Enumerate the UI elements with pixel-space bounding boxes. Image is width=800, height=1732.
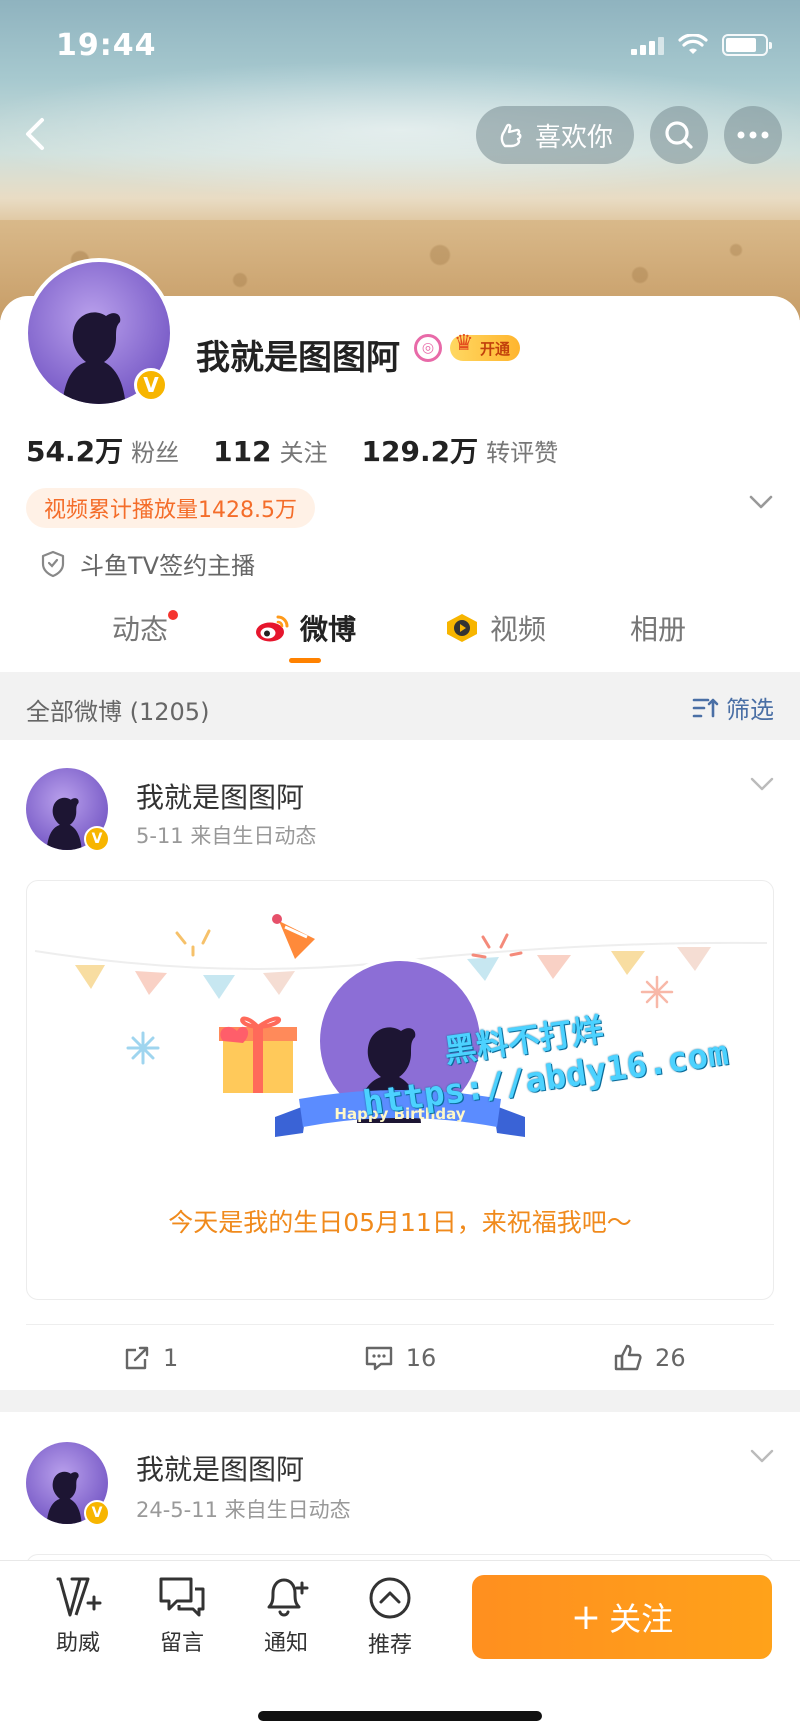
expand-profile-button[interactable] <box>748 494 774 514</box>
post-menu-button[interactable] <box>750 776 774 795</box>
pink-ring-badge-icon[interactable]: ◎ <box>414 334 442 362</box>
filter-label: 筛选 <box>726 696 774 724</box>
crown-icon: ♛ <box>454 331 474 356</box>
post-actions: 1 16 26 <box>26 1324 774 1390</box>
repost-count: 1 <box>163 1343 179 1372</box>
home-indicator <box>258 1711 542 1721</box>
like-button[interactable]: 26 <box>525 1325 774 1390</box>
like-count: 26 <box>655 1343 686 1372</box>
chevron-down-icon <box>749 495 773 509</box>
feed-count: 全部微博 (1205) <box>26 698 210 726</box>
notify-button[interactable]: 通知 <box>246 1575 326 1657</box>
active-tab-indicator <box>289 658 321 663</box>
tab-label: 动态 <box>112 613 169 646</box>
stat-label: 关注 <box>279 439 328 467</box>
message-button[interactable]: 留言 <box>142 1575 222 1657</box>
chat-bubbles-icon <box>159 1577 205 1617</box>
filter-button[interactable]: 筛选 <box>692 690 774 725</box>
follow-label: 关注 <box>609 1600 674 1638</box>
verified-badge-icon: V <box>134 368 168 402</box>
stat-label: 粉丝 <box>131 439 180 467</box>
tab-dynamic[interactable]: 动态 <box>112 608 179 648</box>
tab-weibo[interactable]: 微博 <box>254 608 356 648</box>
stat-value: 129.2万 <box>361 435 479 468</box>
cellular-signal-icon <box>631 35 664 55</box>
battery-icon <box>722 34 772 56</box>
chevron-up-circle-icon <box>369 1577 411 1619</box>
verified-badge-icon: V <box>84 826 110 852</box>
feed-filter-row: 全部微博 (1205) 筛选 <box>0 672 800 740</box>
chevron-down-icon <box>750 1449 774 1463</box>
vip-open-label: 开通 <box>480 339 511 358</box>
comment-icon <box>365 1346 392 1370</box>
follow-button[interactable]: + 关注 <box>472 1575 772 1659</box>
stat-interactions[interactable]: 129.2万 转评赞 <box>362 430 559 470</box>
stat-following[interactable]: 112 关注 <box>213 433 327 468</box>
tab-label: 视频 <box>490 613 547 646</box>
post-meta: 24-5-11 来自生日动态 <box>136 1498 351 1522</box>
comment-count: 16 <box>405 1343 437 1372</box>
unread-dot <box>168 610 179 620</box>
post-author-name[interactable]: 我就是图图阿 <box>136 1448 304 1488</box>
comment-button[interactable]: 16 <box>275 1325 524 1390</box>
v-plus-icon <box>56 1577 102 1617</box>
search-button[interactable] <box>650 106 708 164</box>
bottom-action-bar: 助威 留言 通知 推荐 + 关注 <box>0 1560 800 1732</box>
bell-plus-icon <box>267 1578 309 1617</box>
status-time: 19:44 <box>56 28 157 63</box>
thumbs-up-icon <box>614 1344 642 1370</box>
stat-label: 转评赞 <box>486 439 559 467</box>
status-bar: 19:44 <box>0 0 800 96</box>
recommend-label: 推荐 <box>367 1633 412 1658</box>
profile-name: 我就是图图阿 <box>196 338 400 378</box>
more-button[interactable] <box>724 106 782 164</box>
video-play-icon <box>447 614 477 642</box>
plus-icon: + <box>570 1596 602 1638</box>
cheer-label: 助威 <box>55 1631 100 1656</box>
tab-label: 相册 <box>630 613 687 646</box>
repost-icon <box>125 1346 149 1369</box>
back-button[interactable] <box>20 112 64 156</box>
video-play-count-tag[interactable]: 视频累计播放量1428.5万 <box>26 488 315 528</box>
search-icon <box>665 121 693 149</box>
like-you-button[interactable]: 喜欢你 <box>476 106 634 164</box>
status-icons <box>631 34 772 56</box>
hand-heart-icon <box>500 123 522 148</box>
repost-button[interactable]: 1 <box>26 1325 275 1390</box>
chevron-left-icon <box>26 118 44 150</box>
filter-icon <box>692 698 719 717</box>
chevron-down-icon <box>750 777 774 791</box>
post-author-name[interactable]: 我就是图图阿 <box>136 776 304 816</box>
shield-icon <box>41 550 65 577</box>
tab-label: 微博 <box>300 613 357 646</box>
tab-video[interactable]: 视频 <box>444 608 546 648</box>
stat-value: 54.2万 <box>26 435 124 468</box>
birthday-message: 今天是我的生日05月11日，来祝福我吧～ <box>168 1208 632 1237</box>
post-meta: 5-11 来自生日动态 <box>136 824 317 848</box>
stat-followers[interactable]: 54.2万 粉丝 <box>26 430 179 470</box>
verified-badge-icon: V <box>84 1500 110 1526</box>
profile-badges: ◎ ♛ 开通 <box>414 331 521 362</box>
profile-tabs: 动态 微博 视频 相册 <box>0 600 800 672</box>
like-you-label: 喜欢你 <box>534 122 613 153</box>
message-label: 留言 <box>159 1631 204 1656</box>
post-menu-button[interactable] <box>750 1448 774 1467</box>
notify-label: 通知 <box>263 1631 308 1656</box>
profile-stats: 54.2万 粉丝 112 关注 129.2万 转评赞 <box>26 430 558 470</box>
weibo-logo-icon <box>256 615 289 642</box>
stat-value: 112 <box>213 435 272 468</box>
recommend-button[interactable]: 推荐 <box>350 1575 430 1659</box>
more-dots-icon <box>737 131 769 139</box>
tab-album[interactable]: 相册 <box>630 608 686 648</box>
verification-info[interactable]: 斗鱼TV签约主播 <box>40 546 255 581</box>
wifi-icon <box>678 34 708 54</box>
verification-label: 斗鱼TV签约主播 <box>80 552 256 580</box>
vip-open-badge[interactable]: ♛ 开通 <box>450 331 521 361</box>
cheer-button[interactable]: 助威 <box>38 1575 118 1657</box>
